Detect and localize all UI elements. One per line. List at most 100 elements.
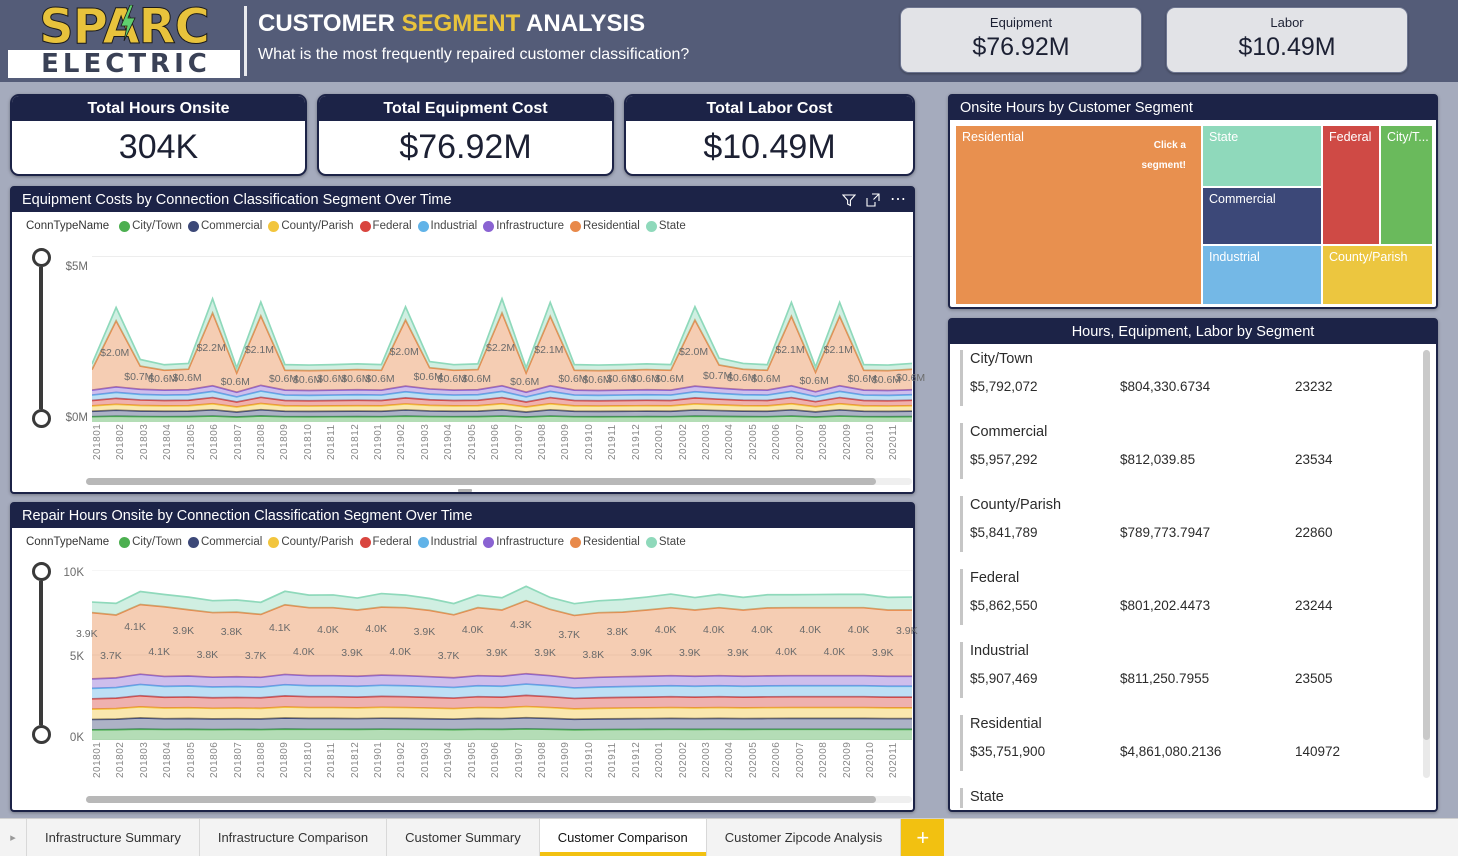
table-row-labor-cost: $812,039.85 xyxy=(1120,452,1196,467)
data-label: 4.3K xyxy=(510,619,532,632)
tab-customer-summary[interactable]: Customer Summary xyxy=(386,819,539,856)
chart-hours-hscroll-thumb[interactable] xyxy=(86,796,876,803)
tab-customer-comparison[interactable]: Customer Comparison xyxy=(538,819,706,856)
treemap-hint-line2: segment! xyxy=(1141,160,1186,171)
legend-item-industrial[interactable]: Industrial xyxy=(417,220,478,232)
header-kpi-equipment[interactable]: Equipment $76.92M xyxy=(900,7,1142,73)
x-tick-label: 201908 xyxy=(537,742,549,779)
treemap-cell-commercial[interactable]: Commercial xyxy=(1203,188,1321,244)
legend-label-city-town: City/Town xyxy=(132,220,182,232)
more-options-icon[interactable]: ⋯ xyxy=(890,192,907,208)
table-row-hours: 23232 xyxy=(1295,379,1333,394)
x-tick-label: 201903 xyxy=(419,742,431,779)
data-label: $0.6M xyxy=(365,373,395,386)
title-part-2: ANALYSIS xyxy=(520,10,646,37)
chart-equipment-plot[interactable] xyxy=(92,240,912,422)
legend2-item-infrastructure[interactable]: Infrastructure xyxy=(483,536,564,548)
header-kpi-labor[interactable]: Labor $10.49M xyxy=(1166,7,1408,73)
kpi-total-hours-title: Total Hours Onsite xyxy=(12,96,305,121)
table-scrollbar[interactable] xyxy=(1423,350,1430,778)
table-row-segment: City/Town xyxy=(970,351,1033,367)
x-tick-label: 201907 xyxy=(513,424,525,461)
legend-item-county-parish[interactable]: County/Parish xyxy=(268,220,354,232)
legend2-item-industrial[interactable]: Industrial xyxy=(417,536,477,548)
kpi-card-total-equipment-cost[interactable]: Total Equipment Cost $76.92M xyxy=(317,94,614,176)
x-tick-label: 201805 xyxy=(185,742,197,779)
table-row-labor-cost: $804,330.6734 xyxy=(1120,379,1211,394)
treemap-cell-county-parish[interactable]: County/Parish xyxy=(1323,246,1432,304)
table-scrollbar-thumb[interactable] xyxy=(1423,350,1430,740)
table-body[interactable]: City/Town $5,792,072 $804,330.6734 23232 Com… xyxy=(952,346,1434,808)
legend-label-county-parish: County/Parish xyxy=(281,220,354,232)
table-row[interactable]: Commercial $5,957,292 $812,039.85 23534 xyxy=(952,419,1434,492)
data-label: $2.2M xyxy=(196,342,226,355)
data-label: $2.0M xyxy=(678,346,709,359)
tab-customer-zipcode-analysis[interactable]: Customer Zipcode Analysis xyxy=(705,819,901,856)
legend2-item-city-town[interactable]: City/Town xyxy=(119,536,182,548)
legend-swatch-federal xyxy=(359,220,371,232)
x-tick-label: 201910 xyxy=(583,742,595,779)
table-row[interactable]: Industrial $5,907,469 $811,250.7955 23505 xyxy=(952,638,1434,711)
chart-equipment-hscroll-thumb[interactable] xyxy=(86,478,876,485)
treemap-cell-city-town[interactable]: City/T... xyxy=(1381,126,1432,244)
data-label: $2.1M xyxy=(534,344,564,357)
slider2-track[interactable] xyxy=(39,581,43,725)
kpi-total-labor-value: $10.49M xyxy=(703,128,836,166)
legend2-label-federal: Federal xyxy=(372,536,412,548)
treemap-cell-state[interactable]: State xyxy=(1203,126,1321,186)
legend2-swatch-federal xyxy=(359,536,371,548)
legend-item-city-town[interactable]: City/Town xyxy=(119,220,182,232)
table-row[interactable]: Residential $35,751,900 $4,861,080.2136 140… xyxy=(952,711,1434,784)
legend-swatch-infrastructure xyxy=(483,220,495,232)
table-row[interactable]: Federal $5,862,550 $801,202.4473 23244 xyxy=(952,565,1434,638)
legend-label-industrial: Industrial xyxy=(430,220,478,232)
data-label: 3.8K xyxy=(606,626,629,639)
data-label: 3.9K xyxy=(534,646,556,659)
x-tick-label: 201901 xyxy=(373,424,385,461)
table-row-segment: Residential xyxy=(970,716,1042,732)
add-page-button[interactable]: + xyxy=(900,819,945,856)
header-kpi-labor-value: $10.49M xyxy=(1238,33,1336,61)
chart-equipment-resize-grip[interactable] xyxy=(458,489,472,492)
table-title: Hours, Equipment, Labor by Segment xyxy=(1071,324,1315,340)
kpi-card-total-hours-onsite[interactable]: Total Hours Onsite 304K xyxy=(10,94,307,176)
table-row-hours: 23534 xyxy=(1295,452,1333,467)
kpi-total-hours-value: 304K xyxy=(118,128,199,166)
legend-item-federal[interactable]: Federal xyxy=(359,220,412,232)
legend2-item-commercial[interactable]: Commercial xyxy=(187,536,262,548)
tab-infrastructure-comparison[interactable]: Infrastructure Comparison xyxy=(198,819,387,856)
treemap-cell-industrial[interactable]: Industrial xyxy=(1203,246,1321,304)
table-row[interactable]: City/Town $5,792,072 $804,330.6734 23232 xyxy=(952,346,1434,419)
tab-infrastructure-summary[interactable]: Infrastructure Summary xyxy=(26,819,199,856)
chart-equipment-header-icons: ⋯ xyxy=(842,188,907,212)
legend-item-state[interactable]: State xyxy=(645,220,686,232)
data-label: 3.7K xyxy=(100,650,122,663)
x-tick-label: 201801 xyxy=(92,742,103,779)
treemap-cell-federal[interactable]: Federal xyxy=(1323,126,1379,244)
x-tick-label: 201901 xyxy=(373,742,385,779)
legend2-item-residential[interactable]: Residential xyxy=(569,536,640,548)
table-row[interactable]: County/Parish $5,841,789 $789,773.7947 2286… xyxy=(952,492,1434,565)
legend2-item-federal[interactable]: Federal xyxy=(359,536,412,548)
legend2-item-county-parish[interactable]: County/Parish xyxy=(268,536,354,548)
table-row-equipment-cost: $5,907,469 xyxy=(970,671,1038,686)
x-tick-label: 202007 xyxy=(794,742,806,779)
x-tick-label: 201809 xyxy=(279,742,291,779)
legend-item-residential[interactable]: Residential xyxy=(569,220,640,232)
legend2-label-city-town: City/Town xyxy=(132,536,182,548)
treemap-title: Onsite Hours by Customer Segment xyxy=(960,100,1193,116)
kpi-card-total-labor-cost[interactable]: Total Labor Cost $10.49M xyxy=(624,94,915,176)
header-kpi-equipment-label: Equipment xyxy=(989,15,1053,30)
legend2-item-state[interactable]: State xyxy=(645,536,686,548)
tab-scroll-left-icon[interactable]: ▸ xyxy=(0,819,26,856)
legend-item-infrastructure[interactable]: Infrastructure xyxy=(483,220,564,232)
x-tick-label: 202011 xyxy=(888,424,900,460)
data-label: $0.6M xyxy=(172,372,202,385)
focus-mode-icon[interactable] xyxy=(866,193,880,207)
slider-track[interactable] xyxy=(39,267,43,409)
table-row[interactable]: State xyxy=(952,784,1434,808)
x-tick-label: 201803 xyxy=(138,742,150,779)
chart-equipment-y-range-slider[interactable] xyxy=(28,248,54,428)
legend-item-commercial[interactable]: Commercial xyxy=(187,220,262,232)
filter-icon[interactable] xyxy=(842,193,856,207)
